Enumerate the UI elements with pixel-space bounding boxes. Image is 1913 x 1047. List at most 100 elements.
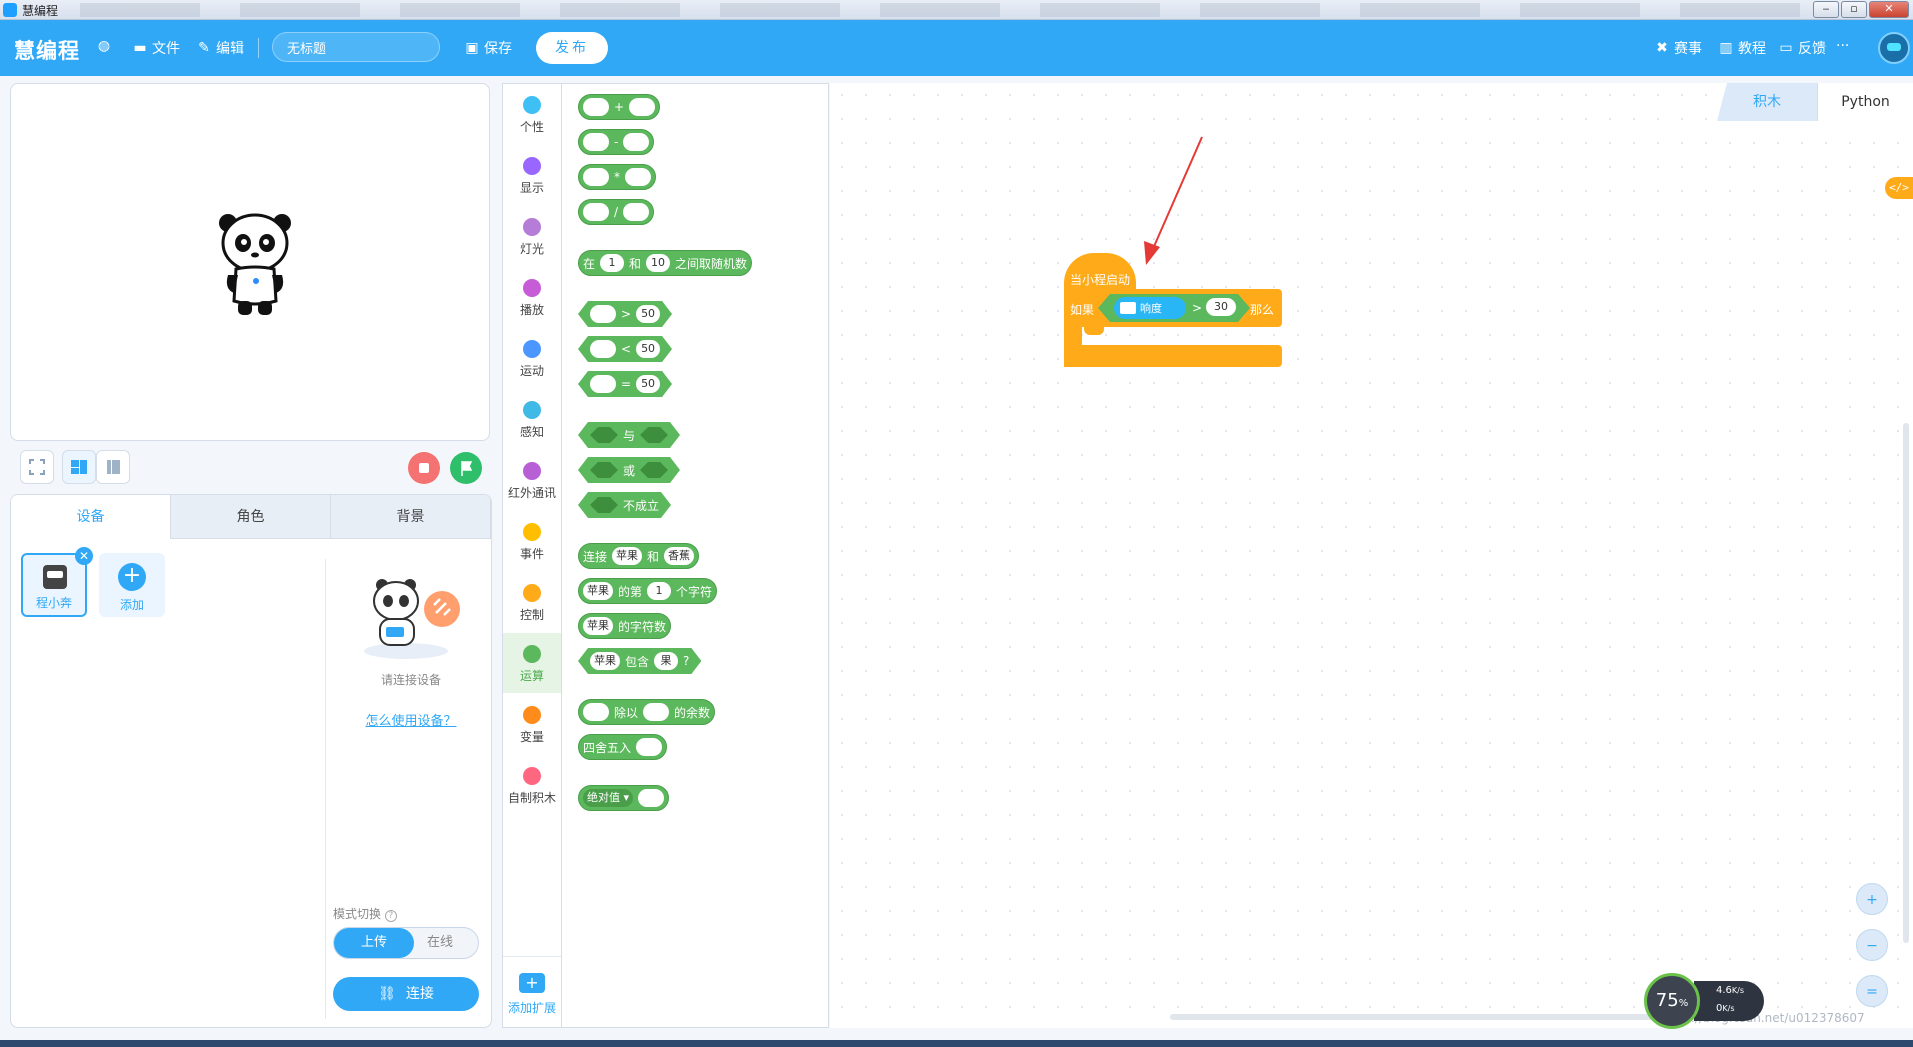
block-abs[interactable]: 绝对值 ▾	[578, 785, 670, 811]
tab-backdrops[interactable]: 背景	[331, 495, 491, 539]
category-1[interactable]: 个性	[503, 84, 561, 144]
close-window-button[interactable]: ✕	[1869, 1, 1909, 18]
link-icon: ⛓	[378, 986, 396, 1002]
block-round[interactable]: 四舍五入	[578, 734, 668, 760]
fullscreen-icon	[29, 459, 45, 475]
remove-device-icon[interactable]: ✕	[75, 547, 93, 565]
layout-small-stage-button[interactable]	[96, 450, 130, 484]
contest-button[interactable]: ✖ 赛事	[1654, 38, 1702, 58]
threshold-value-input[interactable]: 30	[1206, 298, 1236, 316]
user-avatar[interactable]	[1878, 32, 1910, 64]
sensor-label: 响度	[1140, 302, 1162, 315]
block-letter-of[interactable]: 苹果 的第 1 个字符	[578, 578, 718, 604]
add-extension-button[interactable]: + 添加扩展	[503, 956, 561, 1028]
minimize-button[interactable]: ‒	[1813, 1, 1839, 18]
block-less-than[interactable]: <50	[578, 336, 672, 362]
connect-button-label: 连接	[405, 986, 434, 1002]
category-11[interactable]: 变量	[503, 694, 561, 754]
block-multiply[interactable]: *	[578, 164, 656, 190]
category-4[interactable]: 播放	[503, 267, 561, 327]
block-and[interactable]: 与	[578, 422, 680, 448]
when-start-hat-block[interactable]: 当小程启动	[1064, 253, 1136, 293]
add-device-button[interactable]: + 添加	[99, 553, 165, 617]
connect-button[interactable]: ⛓ 连接	[333, 977, 479, 1011]
editor-mode-tabs: 积木 Python	[1717, 83, 1913, 121]
more-menu-button[interactable]: ···	[1836, 38, 1849, 54]
connect-prompt: 请连接设备	[380, 673, 441, 687]
category-9[interactable]: 控制	[503, 572, 561, 632]
block-category-list: 个性 显示 灯光 播放运动感知 红外通讯 事件 控制 运算变量自制积木 + 添加扩展	[502, 83, 562, 1028]
layout-large-stage-button[interactable]	[62, 450, 96, 484]
feedback-button[interactable]: ▭ 反馈	[1778, 38, 1826, 58]
category-7[interactable]: 红外通讯	[503, 450, 561, 510]
category-label: 运动	[519, 364, 544, 378]
tab-blocks[interactable]: 积木	[1717, 83, 1817, 121]
block-add[interactable]: +	[578, 94, 661, 120]
category-8[interactable]: 事件	[503, 511, 561, 571]
vertical-scrollbar[interactable]	[1903, 423, 1909, 943]
zoom-reset-button[interactable]: =	[1856, 975, 1888, 1007]
add-device-label: 添加	[119, 598, 144, 612]
save-button-label: 保存	[484, 41, 512, 57]
block-or[interactable]: 或	[578, 457, 680, 483]
mode-upload-button[interactable]: 上传	[334, 928, 414, 958]
file-menu-label: 文件	[152, 41, 180, 57]
category-10[interactable]: 运算	[503, 633, 561, 693]
zoom-out-button[interactable]: −	[1856, 929, 1888, 961]
category-dot-icon	[523, 401, 541, 419]
block-equals[interactable]: = 50	[578, 371, 672, 397]
code-panel-toggle[interactable]: </>	[1885, 177, 1913, 199]
category-6[interactable]: 感知	[503, 389, 561, 449]
folder-icon: ▬	[133, 40, 147, 56]
panda-sprite[interactable]	[216, 209, 296, 319]
robot-icon	[43, 565, 67, 589]
category-12[interactable]: 自制积木	[503, 755, 561, 815]
mode-switch-label: 模式切换 ?	[333, 905, 397, 922]
tutorial-button[interactable]: ▥ 教程	[1718, 38, 1766, 58]
publish-button[interactable]: 发布	[536, 32, 608, 64]
edit-menu[interactable]: ✎ 编辑	[196, 38, 244, 58]
block-not[interactable]: 不成立	[578, 492, 671, 518]
block-contains[interactable]: 苹果 包含 果?	[578, 648, 701, 674]
help-icon[interactable]: ?	[384, 910, 397, 922]
language-button[interactable]: ◍	[96, 38, 112, 54]
tab-devices[interactable]: 设备	[11, 495, 171, 539]
help-link[interactable]: 怎么使用设备？	[331, 710, 491, 729]
green-flag-button[interactable]	[450, 452, 482, 484]
panda-connect-illustration	[364, 579, 460, 659]
os-title-bar: 慧编程 ‒ ▫ ✕	[0, 0, 1913, 20]
block-join[interactable]: 连接 苹果 和香蕉	[578, 543, 700, 569]
file-menu[interactable]: ▬ 文件	[132, 38, 180, 58]
category-3[interactable]: 灯光	[503, 206, 561, 266]
tab-python[interactable]: Python	[1817, 83, 1913, 121]
if-block-bottom	[1064, 345, 1282, 367]
block-length[interactable]: 苹果 的字符数	[578, 613, 672, 639]
zoom-in-button[interactable]: +	[1856, 883, 1888, 915]
block-greater-than[interactable]: >50	[578, 301, 672, 327]
block-divide[interactable]: /	[578, 199, 655, 225]
stop-button[interactable]	[408, 452, 440, 484]
add-extension-label: 添加扩展	[507, 1001, 556, 1015]
fullscreen-button[interactable]	[20, 450, 54, 484]
if-block-notch	[1084, 327, 1104, 335]
device-card-codey[interactable]: ✕ 程小奔	[21, 547, 93, 617]
save-button[interactable]: ▣ 保存	[464, 38, 512, 58]
project-title-input[interactable]	[272, 32, 440, 62]
script-workspace[interactable]: 积木 Python </> 当小程启动 如果 那么 响度 > 30 + − = …	[830, 83, 1913, 1028]
block-subtract[interactable]: -	[578, 129, 655, 155]
device-name: 程小奔	[35, 596, 72, 610]
block-mod[interactable]: 除以 的余数	[578, 699, 716, 725]
category-label: 变量	[519, 730, 544, 744]
maximize-button[interactable]: ▫	[1841, 1, 1867, 18]
loudness-sensor-reporter[interactable]: 响度	[1114, 297, 1186, 319]
device-panel: 设备 角色 背景 ✕ 程小奔 + 添加 请连接设备 怎么使用设备？ 模式切换 ?	[10, 494, 492, 1028]
block-random[interactable]: 在1 和 10 之间取随机数	[578, 250, 753, 276]
stage-toolbar	[10, 448, 490, 488]
tab-sprites[interactable]: 角色	[171, 495, 331, 539]
category-dot-icon	[523, 157, 541, 175]
operator-gt: >	[1192, 301, 1203, 315]
category-5[interactable]: 运动	[503, 328, 561, 388]
app-icon	[3, 3, 17, 17]
category-2[interactable]: 显示	[503, 145, 561, 205]
stage[interactable]	[10, 83, 490, 441]
